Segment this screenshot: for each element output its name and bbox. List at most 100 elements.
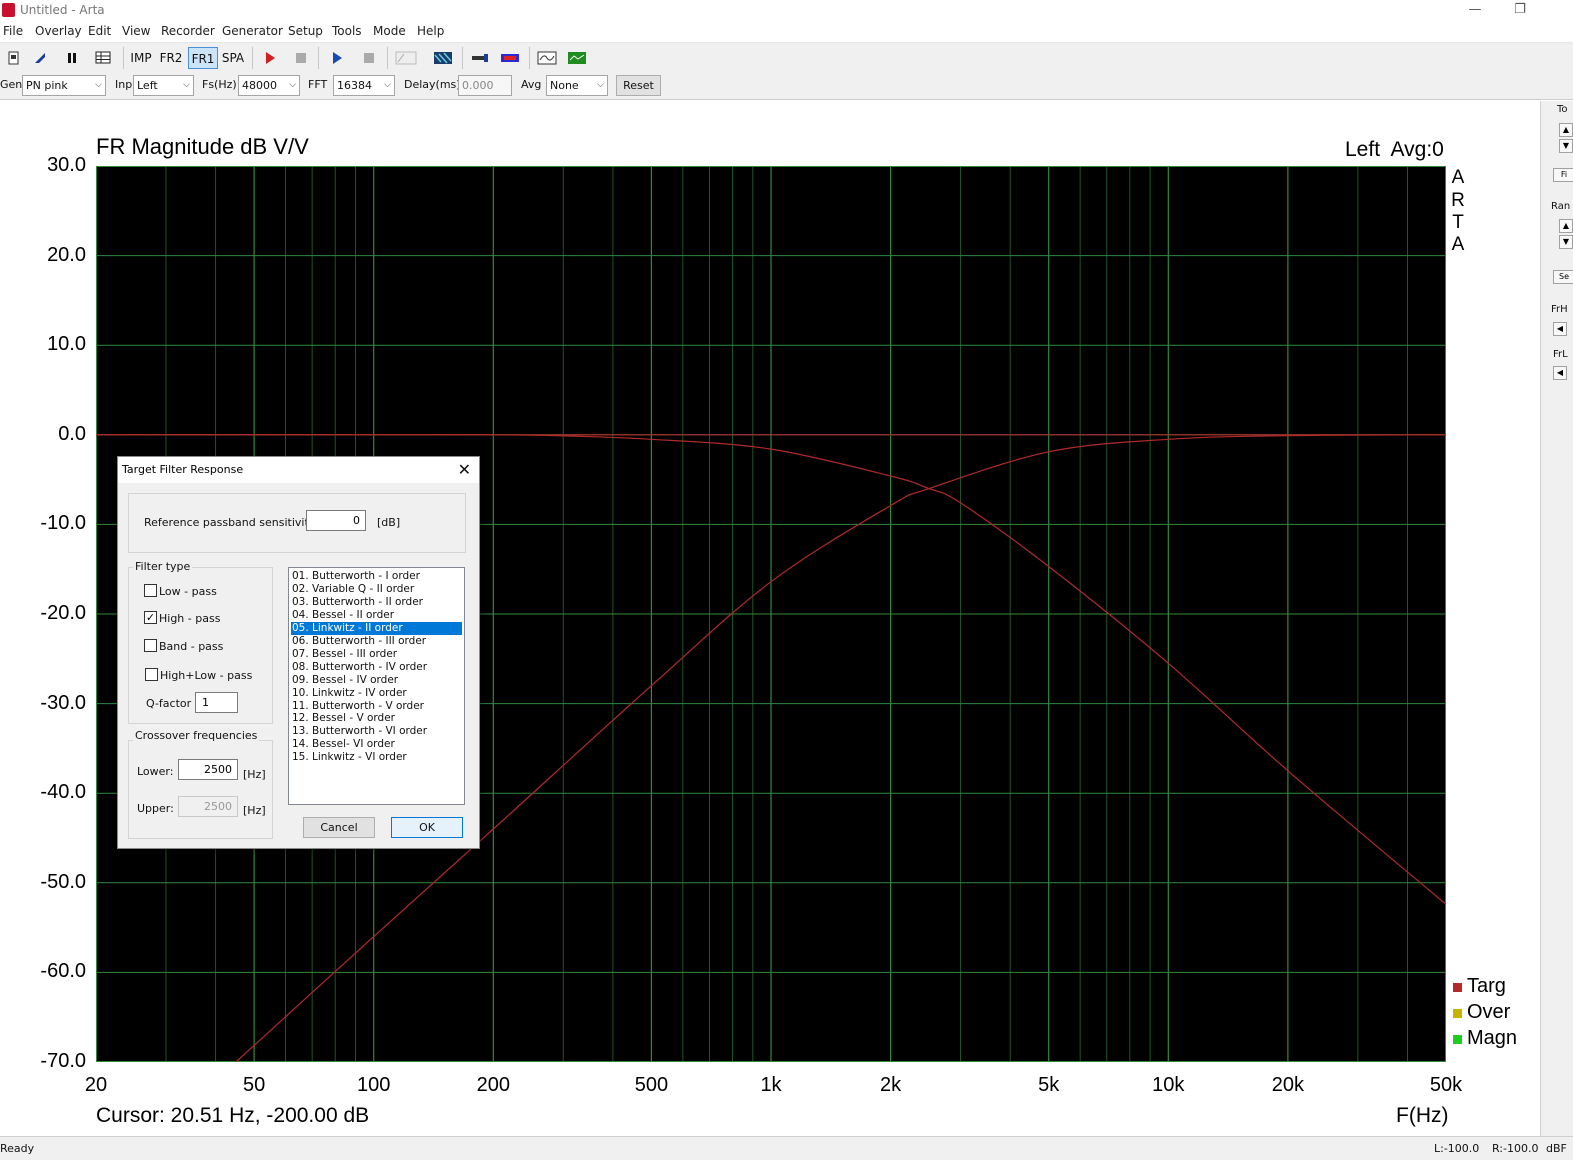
spin-up-icon[interactable]: ▲ (1559, 219, 1573, 233)
plot-title: FR Magnitude dB V/V (96, 134, 309, 159)
filter-option[interactable]: 15. Linkwitz - VI order (291, 751, 462, 764)
spin-down-icon[interactable]: ▼ (1559, 139, 1573, 153)
filter-option[interactable]: 08. Butterworth - IV order (291, 661, 462, 674)
fi-button[interactable]: Fi (1553, 168, 1573, 182)
check-icon: ✓ (145, 611, 156, 624)
menu-edit[interactable]: Edit (88, 24, 111, 38)
legend-swatch-targ (1453, 983, 1462, 992)
spin-down-icon[interactable]: ▼ (1559, 235, 1573, 249)
filter-option[interactable]: 04. Bessel - II order (291, 609, 462, 622)
record-stop-icon[interactable] (290, 47, 312, 69)
calibration-icon[interactable] (498, 47, 522, 69)
filter-order-list[interactable]: 01. Butterworth - I order 02. Variable Q … (288, 567, 465, 805)
filter-option[interactable]: 01. Butterworth - I order (291, 570, 462, 583)
filter-option[interactable]: 02. Variable Q - II order (291, 583, 462, 596)
filter-option[interactable]: 09. Bessel - IV order (291, 674, 462, 687)
scope-icon[interactable] (535, 47, 559, 69)
status-text: Ready (0, 1142, 35, 1155)
record-play-icon[interactable] (259, 47, 281, 69)
side-panel: To ▲ ▼ Fi Ran ▲ ▼ Se FrH ◀ FrL ◀ (1540, 101, 1573, 1136)
toolbar-separator (529, 47, 530, 69)
spa-button[interactable]: SPA (219, 47, 247, 69)
delay-input[interactable]: 0.000 (458, 75, 512, 96)
filter-option[interactable]: 05. Linkwitz - II order (291, 621, 462, 635)
status-bar: Ready L:-100.0 R:-100.0 dBF (0, 1136, 1573, 1160)
band-pass-checkbox[interactable] (144, 639, 157, 652)
lower-label: Lower: (137, 765, 174, 778)
menu-tools[interactable]: Tools (332, 24, 362, 38)
overlay-icon[interactable] (430, 47, 456, 69)
probe-icon[interactable] (468, 47, 492, 69)
y-tick-label: -20.0 (40, 602, 86, 624)
y-tick-label: 0.0 (58, 422, 86, 445)
menu-mode[interactable]: Mode (373, 24, 406, 38)
generator-select[interactable]: PN pink ⌵ (22, 75, 106, 96)
fft-select[interactable]: 16384 ⌵ (333, 75, 395, 96)
generator-play-icon[interactable] (326, 47, 348, 69)
filter-option[interactable]: 07. Bessel - III order (291, 648, 462, 661)
imp-button[interactable]: IMP (128, 47, 154, 69)
cancel-button[interactable]: Cancel (303, 817, 375, 838)
filter-option[interactable]: 11. Butterworth - V order (291, 700, 462, 713)
fr2-button[interactable]: FR2 (157, 47, 185, 69)
filter-option[interactable]: 06. Butterworth - III order (291, 635, 462, 648)
menu-generator[interactable]: Generator (222, 24, 283, 38)
restore-button[interactable]: ❐ (1500, 1, 1540, 21)
reset-button[interactable]: Reset (616, 75, 661, 96)
se-button[interactable]: Se (1553, 270, 1573, 284)
menu-help[interactable]: Help (417, 24, 444, 38)
y-tick-label: -10.0 (40, 512, 86, 535)
lower-frequency-input[interactable]: 2500 (178, 759, 238, 780)
pause-icon[interactable] (62, 47, 82, 69)
filter-option[interactable]: 03. Butterworth - II order (291, 596, 462, 609)
low-pass-checkbox[interactable] (144, 584, 157, 597)
chevron-down-icon: ⌵ (289, 80, 296, 90)
generator-stop-icon[interactable] (358, 47, 380, 69)
high-pass-label: High - pass (159, 612, 221, 625)
legend-swatch-magn (1453, 1035, 1462, 1044)
y-tick-label: -30.0 (40, 691, 86, 714)
gen-label: Gen (0, 78, 23, 91)
filter-option[interactable]: 10. Linkwitz - IV order (291, 687, 462, 700)
filter-option[interactable]: 14. Bessel- VI order (291, 738, 462, 751)
spin-up-icon[interactable]: ▲ (1559, 123, 1573, 137)
avg-select-value: None (550, 79, 579, 92)
y-tick-label: -70.0 (40, 1050, 86, 1072)
open-file-icon[interactable] (30, 47, 50, 69)
arta-letter: A (1451, 167, 1465, 188)
table-icon[interactable] (92, 47, 114, 69)
y-tick-label: 30.0 (47, 154, 86, 176)
filter-option[interactable]: 13. Butterworth - VI order (291, 725, 462, 738)
y-tick-label: -40.0 (40, 781, 86, 804)
menu-view[interactable]: View (122, 24, 150, 38)
high-pass-checkbox[interactable]: ✓ (144, 611, 157, 624)
window-title: Untitled - Arta (20, 3, 105, 17)
close-icon[interactable]: ✕ (458, 460, 471, 479)
filter-option[interactable]: 12. Bessel - V order (291, 712, 462, 725)
scroll-left-icon[interactable]: ◀ (1553, 366, 1567, 380)
avg-select[interactable]: None ⌵ (546, 75, 608, 96)
menu-file[interactable]: File (3, 24, 23, 38)
toolbar-separator (462, 47, 463, 69)
abc-icon[interactable] (393, 47, 419, 69)
new-file-icon[interactable] (4, 47, 24, 69)
fr1-button[interactable]: FR1 (188, 47, 218, 69)
menu-recorder[interactable]: Recorder (161, 24, 215, 38)
menu-setup[interactable]: Setup (288, 24, 323, 38)
app-icon (2, 3, 15, 17)
crossover-title: Crossover frequencies (133, 729, 260, 742)
menu-overlay[interactable]: Overlay (35, 24, 82, 38)
x-tick-label: 10k (1152, 1074, 1185, 1096)
input-select[interactable]: Left ⌵ (133, 75, 194, 96)
sample-rate-select[interactable]: 48000 ⌵ (238, 75, 300, 96)
y-tick-label: 20.0 (47, 243, 86, 266)
scroll-left-icon[interactable]: ◀ (1553, 322, 1567, 336)
minimize-button[interactable]: — (1455, 1, 1495, 21)
to-label: To (1557, 104, 1568, 115)
high-low-pass-checkbox[interactable] (145, 668, 158, 681)
upper-frequency-input[interactable]: 2500 (178, 796, 238, 817)
q-factor-input[interactable]: 1 (195, 692, 238, 713)
reference-sensitivity-input[interactable]: 0 (306, 510, 366, 531)
spectrum-icon[interactable] (565, 47, 589, 69)
ok-button[interactable]: OK (391, 817, 463, 838)
